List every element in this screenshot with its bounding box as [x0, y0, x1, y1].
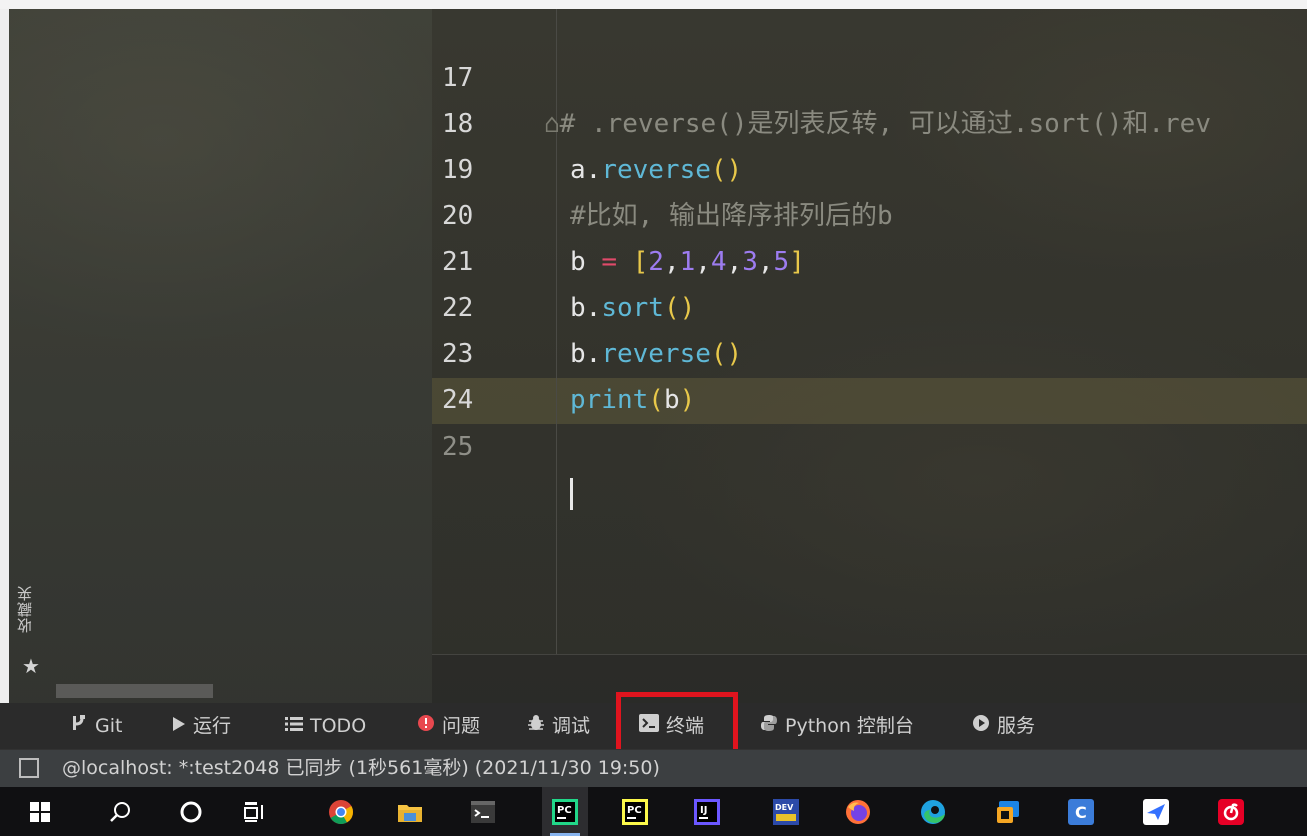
- services-icon: [972, 703, 990, 749]
- run-play-icon: [172, 703, 186, 749]
- star-icon[interactable]: ★: [22, 656, 40, 676]
- favorites-tab-label[interactable]: 收藏夹: [14, 585, 34, 633]
- tool-services[interactable]: 服务: [972, 703, 1035, 749]
- tool-problems[interactable]: 问题: [417, 703, 480, 749]
- svg-text:PC: PC: [557, 805, 572, 816]
- window-left-edge: [0, 9, 9, 709]
- terminal-app-icon[interactable]: [460, 787, 506, 836]
- status-message[interactable]: @localhost: *:test2048 已同步 (1秒561毫秒) (20…: [62, 749, 660, 787]
- pycharm-icon[interactable]: PC: [542, 787, 588, 836]
- code-line-25[interactable]: 25: [432, 378, 1307, 510]
- tool-todo[interactable]: TODO: [285, 703, 366, 749]
- svg-text:PC: PC: [627, 805, 642, 816]
- tool-run[interactable]: 运行: [172, 703, 231, 749]
- tool-label: 调试: [552, 715, 591, 737]
- project-panel-scrollbar[interactable]: [56, 684, 213, 698]
- netease-music-icon[interactable]: [1208, 787, 1254, 836]
- git-branch-icon: [70, 703, 88, 749]
- python-icon: [760, 703, 778, 749]
- code-line-20[interactable]: 20 b = [2,1,4,3,5]: [432, 147, 1307, 277]
- svg-text:DEV: DEV: [775, 803, 794, 812]
- tool-python-console[interactable]: Python 控制台: [760, 703, 914, 749]
- tool-git[interactable]: Git: [70, 703, 122, 749]
- tool-label: TODO: [310, 715, 367, 737]
- tool-debug[interactable]: 调试: [527, 703, 590, 749]
- feishu-icon[interactable]: [1133, 787, 1179, 836]
- problems-error-icon: [417, 703, 435, 749]
- file-explorer-icon[interactable]: [387, 787, 433, 836]
- tool-label: 运行: [193, 715, 232, 737]
- tool-label: Python 控制台: [785, 715, 914, 737]
- code-line-24[interactable]: 24: [432, 331, 1307, 415]
- todo-list-icon: [285, 703, 303, 749]
- cortana-circle-icon[interactable]: [168, 787, 214, 836]
- window-top-edge: [0, 0, 1307, 9]
- windows-start-icon[interactable]: [17, 787, 63, 836]
- task-view-icon[interactable]: [232, 787, 278, 836]
- toggle-tool-windows-icon[interactable]: [19, 758, 39, 778]
- intellij-icon[interactable]: IJ: [684, 787, 730, 836]
- tool-label: Git: [95, 715, 123, 737]
- chrome-icon[interactable]: [318, 787, 364, 836]
- devcpp-icon[interactable]: DEV: [763, 787, 809, 836]
- text-caret: [570, 477, 573, 510]
- code-line-18[interactable]: 18 a.reverse(): [432, 55, 1307, 185]
- code-line-17[interactable]: 17 ⌂# .reverse()是列表反转, 可以通过.sort()和.rev: [432, 9, 1307, 139]
- tool-label: 问题: [442, 715, 481, 737]
- app-blue-icon[interactable]: [985, 787, 1031, 836]
- code-line-21[interactable]: 21 b.sort(): [432, 193, 1307, 323]
- code-line-23[interactable]: 23 print(b): [432, 285, 1307, 415]
- line-number: 25: [442, 432, 474, 462]
- svg-text:C: C: [1075, 803, 1087, 822]
- debug-bug-icon: [527, 703, 545, 749]
- svg-text:IJ: IJ: [700, 805, 707, 816]
- search-icon[interactable]: [97, 787, 143, 836]
- pycharm-icon-2[interactable]: PC: [612, 787, 658, 836]
- firefox-icon[interactable]: [835, 787, 881, 836]
- code-line-22[interactable]: 22 b.reverse(): [432, 239, 1307, 369]
- tool-label: 服务: [997, 715, 1036, 737]
- app-c-icon[interactable]: C: [1058, 787, 1104, 836]
- editor-breadcrumb-bar: [432, 654, 1307, 704]
- project-panel: [9, 9, 432, 703]
- code-line-19[interactable]: 19 #比如, 输出降序排列后的b: [432, 101, 1307, 231]
- edge-icon[interactable]: [910, 787, 956, 836]
